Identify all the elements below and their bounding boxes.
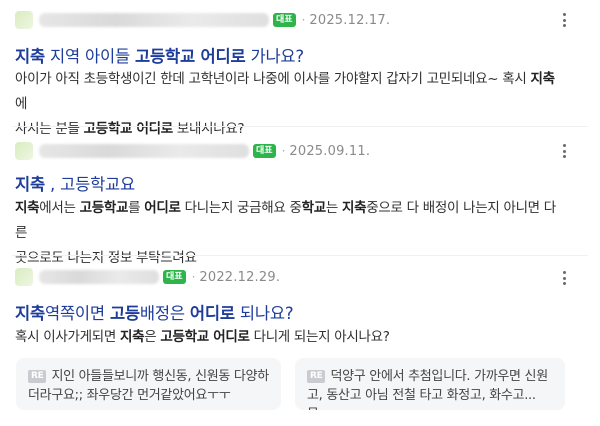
more-options-icon[interactable]	[558, 141, 570, 161]
blurred-cafe-name[interactable]	[39, 13, 269, 27]
highlighted-keyword: 지축	[15, 175, 45, 194]
highlighted-keyword: 고등	[109, 304, 140, 323]
post-date: 2025.09.11.	[289, 143, 371, 159]
text-segment: 다니는지 궁금해요 중	[180, 200, 302, 216]
search-result-2: 대표 · 2025.09.11. 지축 , 고등학교요 지축에서는 고등학교를 …	[0, 127, 600, 266]
highlighted-keyword: 지축	[119, 329, 145, 345]
text-segment: 역쪽이면	[44, 304, 110, 323]
post-meta: 대표 · 2025.12.17.	[15, 9, 390, 31]
reply-tag: RE	[307, 370, 326, 383]
reply-preview[interactable]: RE 지인 아들들보니까 행신동, 신원동 다양하더라구요;; 좌우당간 먼거같았…	[16, 358, 281, 410]
text-segment: 에	[15, 96, 28, 112]
text-segment: 은	[144, 329, 161, 345]
search-result-3: 대표 · 2022.12.29. 지축역쪽이면 고등배정은 어디로 되나요? 혹…	[0, 256, 600, 426]
separator-dot: ·	[281, 144, 286, 158]
text-segment: 에서는	[39, 200, 80, 216]
post-title[interactable]: 지축 , 고등학교요	[15, 171, 135, 195]
separator-dot: ·	[191, 270, 196, 284]
snippet-line: 지축에서는 고등학교를 어디로 다니는지 궁금해요 중학교는 지축중으로 다 배…	[15, 196, 565, 246]
more-options-icon[interactable]	[558, 10, 570, 30]
more-options-icon[interactable]	[558, 268, 570, 288]
representative-badge: 대표	[273, 13, 296, 27]
reply-preview[interactable]: RE 덕양구 안에서 추첨입니다. 가까우면 신원고, 동산고 아님 전철 타고 …	[295, 358, 565, 410]
text-segment: 가나요?	[245, 47, 304, 66]
highlighted-keyword: 고등학교 어디로	[160, 329, 250, 345]
reply-tag: RE	[28, 370, 47, 383]
post-snippet: 혹시 이사가게되면 지축은 고등학교 어디로 다니게 되는지 아시나요?	[15, 325, 565, 350]
text-segment: 아이가 아직 초등학생이긴 한데 고학년이라 나중에 이사를 가야할지 갑자기 …	[15, 71, 531, 87]
highlighted-keyword: 지축	[342, 200, 367, 216]
reply-text: 덕양구 안에서 추첨입니다. 가까우면 신원고, 동산고 아님 전철 타고 화정…	[307, 369, 548, 410]
post-meta: 대표 · 2025.09.11.	[15, 140, 370, 162]
snippet-line: 아이가 아직 초등학생이긴 한데 고학년이라 나중에 이사를 가야할지 갑자기 …	[15, 67, 565, 117]
cafe-thumbnail[interactable]	[15, 268, 33, 286]
search-result-1: 대표 · 2025.12.17. 지축 지역 아이들 고등학교 어디로 가나요?…	[0, 0, 600, 137]
cafe-thumbnail[interactable]	[15, 142, 33, 160]
text-segment: 혹시 이사가게되면	[15, 329, 120, 345]
separator-dot: ·	[301, 13, 306, 27]
post-title[interactable]: 지축 지역 아이들 고등학교 어디로 가나요?	[15, 43, 304, 67]
highlighted-keyword: 지축	[15, 200, 40, 216]
text-segment: 고등학교요	[60, 175, 136, 194]
blurred-cafe-name[interactable]	[39, 144, 249, 158]
reply-text: 지인 아들들보니까 행신동, 신원동 다양하더라구요;; 좌우당간 먼거같았어요…	[28, 369, 269, 403]
representative-badge: 대표	[163, 270, 186, 284]
highlighted-keyword: 어디로	[144, 200, 181, 216]
post-meta: 대표 · 2022.12.29.	[15, 266, 280, 288]
text-segment: 다니게 되는지 아시나요?	[249, 329, 390, 345]
highlighted-keyword: 어디로	[189, 304, 235, 323]
highlighted-keyword: 지축	[530, 71, 555, 87]
representative-badge: 대표	[253, 144, 276, 158]
cafe-thumbnail[interactable]	[15, 11, 33, 29]
text-segment: 를	[128, 200, 145, 216]
highlighted-keyword: 고등학교 어디로	[135, 47, 246, 66]
highlighted-keyword: 고등학교	[79, 200, 129, 216]
highlighted-keyword: 학교	[301, 200, 327, 216]
post-date: 2022.12.29.	[199, 269, 281, 285]
text-segment: 지역 아이들	[44, 47, 136, 66]
post-title[interactable]: 지축역쪽이면 고등배정은 어디로 되나요?	[15, 300, 294, 324]
text-segment: ,	[44, 175, 61, 194]
highlighted-keyword: 지축	[15, 304, 45, 323]
text-segment: 배정은	[139, 304, 190, 323]
text-segment: 는	[325, 200, 343, 216]
snippet-line: 혹시 이사가게되면 지축은 고등학교 어디로 다니게 되는지 아시나요?	[15, 325, 565, 350]
blurred-cafe-name[interactable]	[39, 270, 159, 284]
text-segment: 되나요?	[234, 304, 294, 323]
highlighted-keyword: 지축	[15, 47, 45, 66]
post-date: 2025.12.17.	[309, 12, 391, 28]
